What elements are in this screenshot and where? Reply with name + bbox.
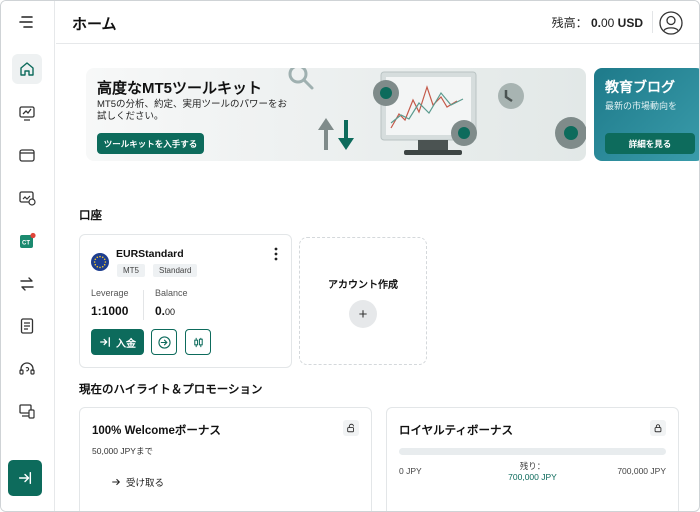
balance-currency: USD — [617, 16, 643, 30]
promo-banner-education[interactable]: 教育ブログ 最新の市場動向を 詳細を見る — [594, 68, 699, 161]
top-header: ホーム 残高： 0.00 USD — [56, 1, 699, 44]
document-icon — [20, 318, 34, 334]
collapse-sidebar-button[interactable] — [8, 460, 42, 496]
user-avatar-icon[interactable] — [659, 11, 683, 35]
sidebar-item-devices[interactable] — [16, 400, 38, 422]
leverage-label: Leverage — [91, 288, 129, 298]
account-card[interactable]: EURStandard MT5 Standard Leverage 1:1000… — [79, 234, 292, 368]
account-tag-type: Standard — [153, 264, 198, 277]
app-window: CT ホーム 残高： 0.00 USD 高度なMT5ツールキット MT5の分析、 — [0, 0, 700, 512]
home-icon — [20, 62, 34, 76]
claim-button[interactable]: 受け取る — [111, 475, 164, 489]
deposit-label: 入金 — [116, 338, 136, 350]
sidebar-item-wallet[interactable] — [16, 144, 38, 166]
sidebar-item-copy-trading[interactable]: CT — [16, 230, 38, 252]
balance-stat-label: Balance — [155, 288, 188, 298]
eu-flag-icon — [91, 253, 109, 271]
sidebar-item-analytics[interactable] — [16, 187, 38, 209]
banner-text: MT5の分析、約定、実用ツールのパワーをお試しください。 — [97, 99, 288, 122]
accounts-section-title: 口座 — [79, 210, 102, 222]
deposit-arrow-icon — [100, 337, 110, 347]
devices-icon — [19, 404, 35, 419]
get-toolkit-button[interactable]: ツールキットを入手する — [97, 133, 204, 154]
balance-amount: 0. — [590, 16, 601, 30]
learn-more-button[interactable]: 詳細を見る — [605, 133, 695, 154]
create-account-label: アカウント作成 — [328, 280, 398, 291]
promo-banner-toolkit[interactable]: 高度なMT5ツールキット MT5の分析、約定、実用ツールのパワーをお試しください… — [86, 68, 586, 161]
lock-icon — [650, 420, 666, 436]
loyalty-progress-bar — [399, 448, 666, 455]
balance-display: 残高： 0.00 USD — [552, 14, 643, 31]
balance-stat-integer: 0. — [155, 304, 166, 318]
account-tag-platform: MT5 — [117, 264, 145, 277]
transfer-icon — [20, 277, 34, 291]
loyalty-bonus-card[interactable]: ロイヤルティボーナス 0 JPY 残り： 700,000 JPY 700,000… — [386, 407, 679, 511]
banner-title: 高度なMT5ツールキット — [97, 80, 263, 97]
header-divider — [652, 11, 653, 33]
balance-stat-cents: 00 — [165, 307, 176, 317]
sidebar-item-support[interactable] — [16, 358, 38, 380]
promotions-section-title: 現在のハイライト＆プロモーション — [79, 384, 263, 396]
login-icon — [157, 335, 171, 349]
transfer-in-button[interactable] — [151, 329, 177, 355]
balance-cents: 00 — [600, 16, 615, 30]
wallet-icon — [19, 149, 35, 162]
stat-divider — [143, 290, 144, 320]
chart-icon — [19, 106, 35, 121]
banner2-text: 最新の市場動向を — [605, 101, 678, 111]
sidebar-item-home[interactable] — [12, 54, 42, 84]
add-account-icon[interactable]: + — [349, 300, 377, 328]
sidebar: CT — [1, 1, 55, 511]
page-title: ホーム — [72, 16, 117, 33]
balance-stat-value: 0.00 — [155, 304, 175, 318]
toolkit-illustration — [288, 68, 586, 155]
banner2-title: 教育ブログ — [605, 79, 675, 95]
trade-button[interactable] — [185, 329, 211, 355]
loyalty-max: 700,000 JPY — [617, 466, 666, 476]
collapse-icon — [18, 471, 32, 485]
leverage-value: 1:1000 — [91, 304, 129, 318]
unlock-icon — [343, 420, 359, 436]
claim-label: 受け取る — [126, 478, 165, 489]
welcome-bonus-subtitle: 50,000 JPYまで — [92, 446, 153, 456]
sidebar-item-documents[interactable] — [16, 315, 38, 337]
create-account-card[interactable]: アカウント作成 + — [299, 237, 427, 365]
welcome-bonus-card[interactable]: 100% Welcomeボーナス 50,000 JPYまで 受け取る — [79, 407, 372, 511]
sidebar-item-transfer[interactable] — [16, 273, 38, 295]
deposit-button[interactable]: 入金 — [91, 329, 144, 355]
more-options-icon[interactable] — [273, 247, 279, 261]
menu-icon[interactable] — [16, 11, 38, 33]
svg-text:CT: CT — [22, 241, 30, 247]
support-icon — [19, 362, 35, 375]
sidebar-item-trading[interactable] — [16, 102, 38, 124]
loyalty-bonus-title: ロイヤルティボーナス — [399, 425, 513, 437]
balance-label: 残高： — [551, 16, 588, 30]
analytics-icon — [19, 191, 36, 206]
arrow-right-icon — [112, 478, 120, 486]
account-name: EURStandard — [116, 248, 184, 260]
copy-trading-icon: CT — [20, 232, 36, 248]
welcome-bonus-title: 100% Welcomeボーナス — [92, 425, 221, 437]
candlestick-icon — [193, 337, 203, 347]
